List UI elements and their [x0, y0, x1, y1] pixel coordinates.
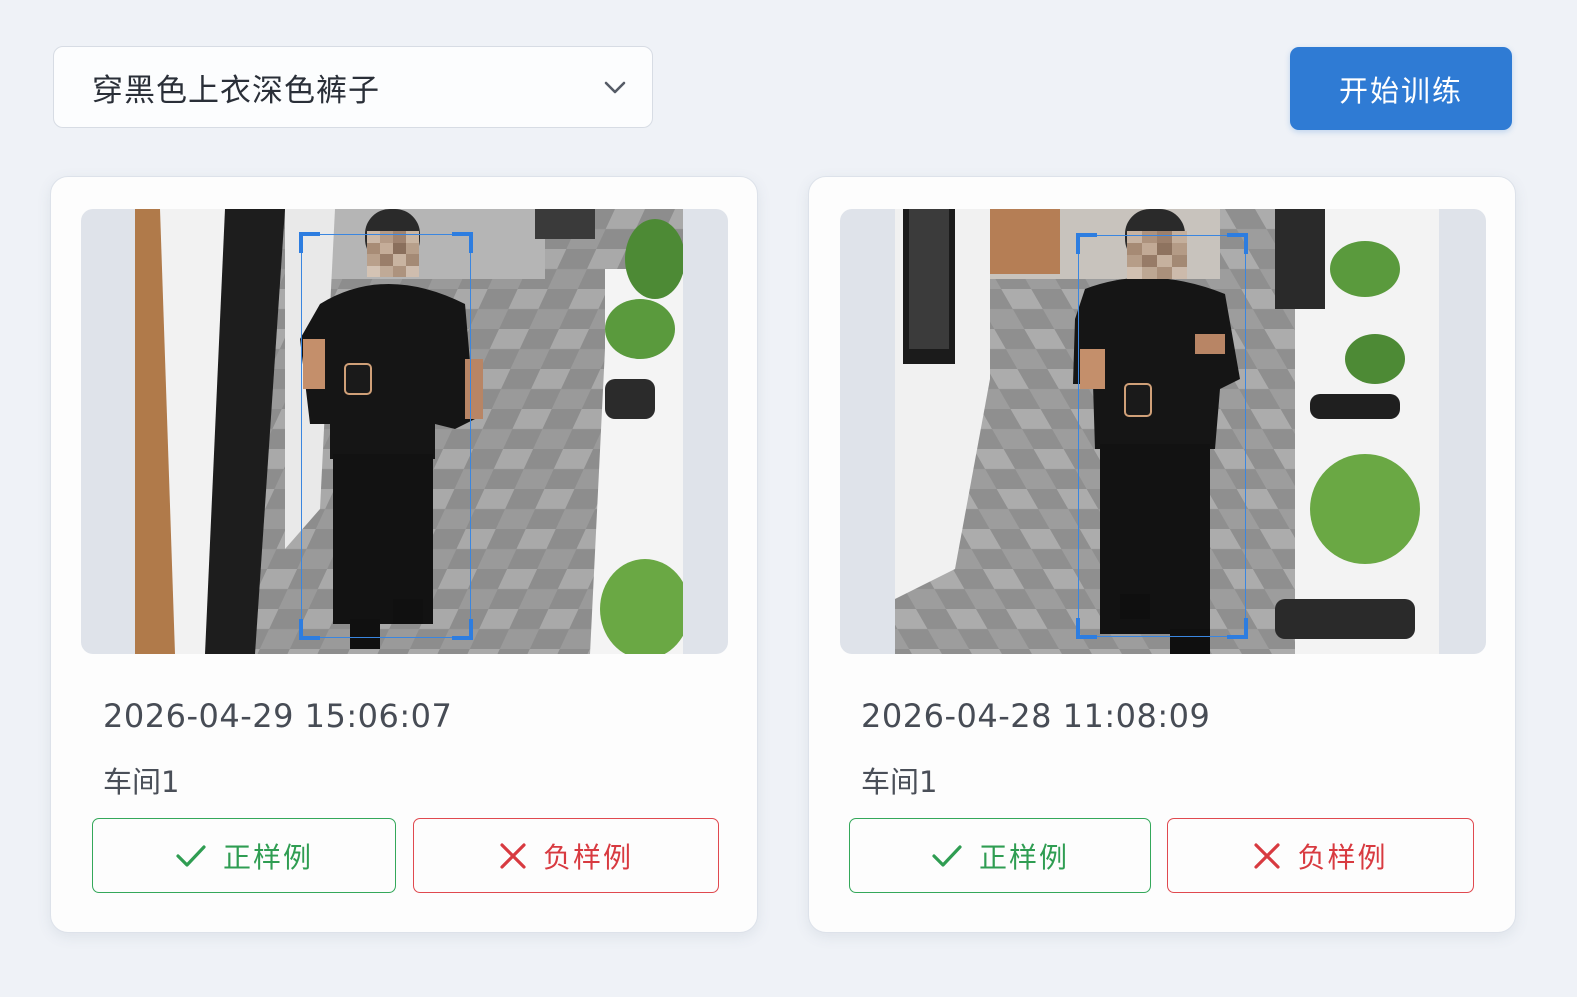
negative-sample-button[interactable]: 负样例 [1167, 818, 1474, 893]
sample-card: 2026-04-28 11:08:09 车间1 正样例 负样例 [808, 176, 1516, 933]
capture-timestamp: 2026-04-29 15:06:07 [103, 697, 453, 735]
detection-bounding-box [299, 232, 473, 640]
close-icon [499, 842, 527, 870]
filter-select-value: 穿黑色上衣深色裤子 [92, 72, 380, 109]
negative-sample-label: 负样例 [542, 840, 633, 874]
check-icon [931, 843, 963, 869]
capture-location: 车间1 [861, 765, 938, 799]
snapshot-thumbnail [81, 209, 728, 654]
negative-sample-button[interactable]: 负样例 [413, 818, 719, 893]
positive-sample-label: 正样例 [978, 840, 1069, 874]
filter-select[interactable]: 穿黑色上衣深色裤子 [53, 46, 653, 128]
sample-card: 2026-04-29 15:06:07 车间1 正样例 负样例 [50, 176, 758, 933]
chevron-down-icon[interactable] [602, 74, 628, 100]
detection-bounding-box [1076, 233, 1248, 639]
negative-sample-label: 负样例 [1297, 840, 1388, 874]
snapshot-image[interactable] [135, 209, 683, 654]
start-training-button[interactable]: 开始训练 [1290, 47, 1512, 130]
positive-sample-label: 正样例 [222, 840, 313, 874]
close-icon [1253, 842, 1281, 870]
check-icon [175, 843, 207, 869]
snapshot-image[interactable] [895, 209, 1439, 654]
positive-sample-button[interactable]: 正样例 [92, 818, 396, 893]
capture-timestamp: 2026-04-28 11:08:09 [861, 697, 1211, 735]
snapshot-thumbnail [840, 209, 1486, 654]
positive-sample-button[interactable]: 正样例 [849, 818, 1151, 893]
capture-location: 车间1 [103, 765, 180, 799]
